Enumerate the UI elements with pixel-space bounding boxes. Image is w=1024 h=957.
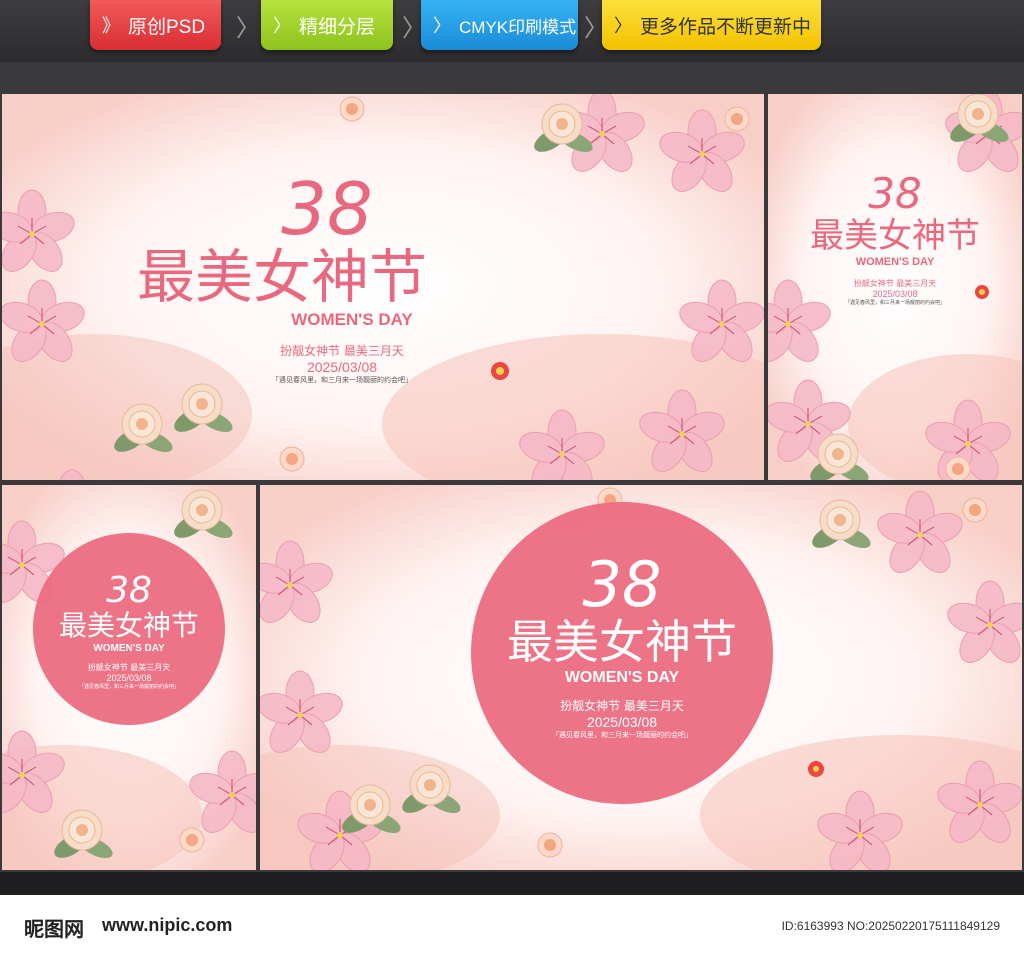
tab-label: 原创PSD [128,16,206,38]
poster-circle-large: 38 最美女神节 WOMEN'S DAY 扮靓女神节 最美三月天 2025/03… [260,485,1022,870]
chevron-icon: 〉 [433,16,451,36]
poster-date: 2025/03/08 [306,359,378,375]
tab-label: 精细分层 [299,16,376,38]
poster-slogan: 扮靓女神节 最美三月天 [87,663,171,672]
nipic-logo: 昵图网 [24,917,84,941]
tab-label: CMYK印刷模式 [459,17,577,37]
tab-original-psd: 》原创PSD [90,0,221,50]
poster-title: 最美女神节 [507,615,737,669]
poster-portrait-small: 38 最美女神节 WOMEN'S DAY 扮靓女神节 最美三月天 2025/03… [768,94,1022,480]
poster-number: 38 [868,169,922,218]
poster-landscape-large: 38 最美女神节 WOMEN'S DAY 扮靓女神节 最美三月天 2025/03… [2,94,764,480]
poster-title: 最美女神节 [58,609,199,642]
poster-tagline: 「遇见春风里，和三月来一场靓丽的约会吧」 [552,731,692,739]
poster-tagline: 「遇见春风里，和三月来一场靓丽的约会吧」 [272,376,412,384]
poster-number: 38 [106,570,152,611]
poster-date: 2025/03/08 [106,673,152,683]
tab-fine-layers: 〉精细分层 [261,0,393,50]
poster-date: 2025/03/08 [872,289,918,299]
poster-subtitle: WOMEN'S DAY [93,643,165,654]
poster-text-group: 38 最美女神节 WOMEN'S DAY 扮靓女神节 最美三月天 2025/03… [2,167,472,385]
poster-subtitle: WOMEN'S DAY [291,310,413,329]
poster-slogan: 扮靓女神节 最美三月天 [280,344,404,358]
poster-text-group: 38 最美女神节 WOMEN'S DAY 扮靓女神节 最美三月天 2025/03… [471,548,773,740]
poster-text-group: 38 最美女神节 WOMEN'S DAY 扮靓女神节 最美三月天 2025/03… [768,169,1022,307]
chevron-icon: 〉 [614,16,632,36]
poster-slogan: 扮靓女神节 最美三月天 [560,699,684,713]
poster-date: 2025/03/08 [586,714,658,730]
poster-slogan: 扮靓女神节 最美三月天 [853,279,937,288]
image-id: ID:6163993 NO:20250220175111849129 [781,919,1000,933]
poster-subtitle: WOMEN'S DAY [855,256,935,268]
tab-more-works: 〉更多作品不断更新中 [602,0,821,50]
poster-subtitle: WOMEN'S DAY [564,669,680,686]
double-chevron-icon: 》 [102,16,120,36]
tab-label: 更多作品不断更新中 [640,16,812,38]
separator-icon: 〉 [236,15,260,42]
poster-title: 最美女神节 [136,243,427,311]
poster-text-group: 38 最美女神节 WOMEN'S DAY 扮靓女神节 最美三月天 2025/03… [33,570,225,691]
poster-title: 最美女神节 [810,216,980,256]
poster-number: 38 [281,167,373,251]
top-banner: 》原创PSD 〉 〉精细分层 〉 〉 CMYK印刷模式 〉 〉更多作品不断更新中 [0,0,1024,62]
chevron-icon: 〉 [273,16,291,36]
watermark-footer: 昵图网 www.nipic.com ID:6163993 NO:20250220… [0,895,1024,957]
poster-tagline: 「遇见春风里，和三月来一场靓丽的约会吧」 [844,300,945,306]
poster-tagline: 「遇见春风里，和三月来一场靓丽的约会吧」 [78,684,179,690]
site-url[interactable]: www.nipic.com [102,915,232,936]
tab-cmyk: 〉 CMYK印刷模式 [421,0,578,50]
poster-number: 38 [582,548,662,621]
poster-circle-small: 38 最美女神节 WOMEN'S DAY 扮靓女神节 最美三月天 2025/03… [2,485,256,870]
